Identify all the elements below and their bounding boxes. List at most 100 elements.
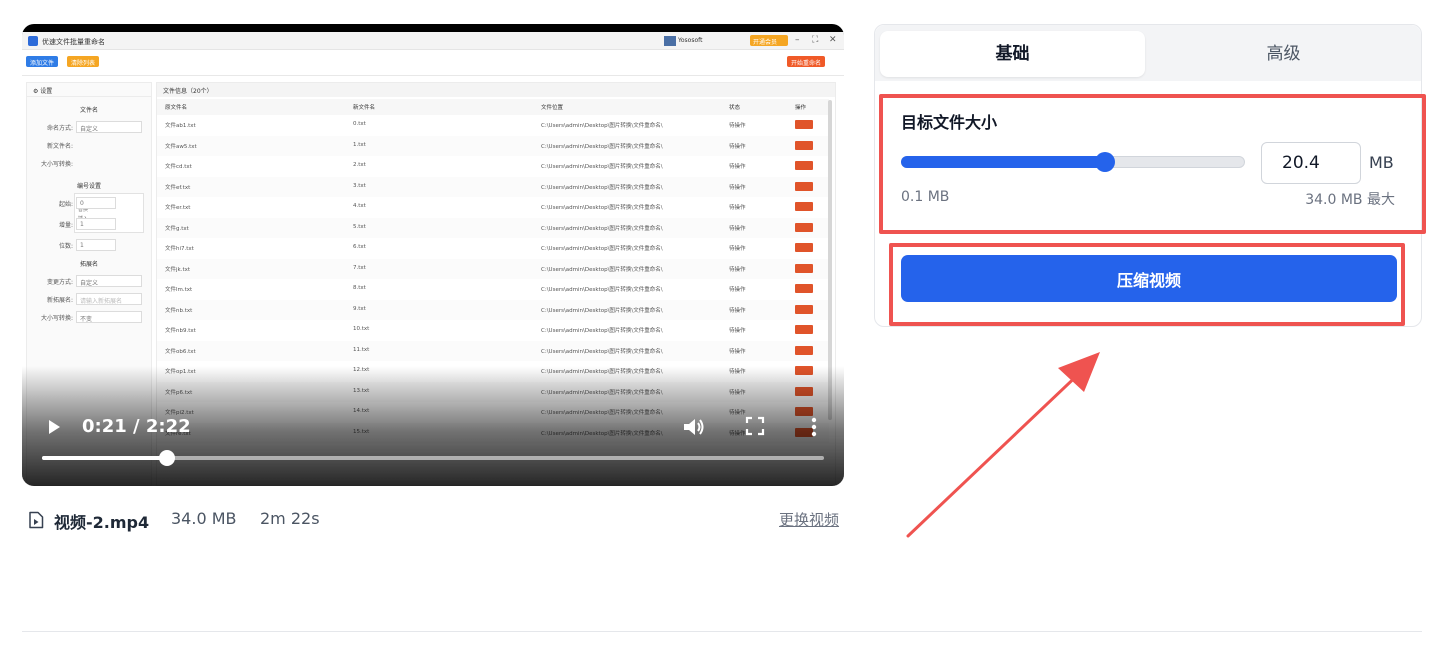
seek-bar[interactable] — [42, 450, 824, 466]
seek-bar-handle[interactable] — [159, 450, 176, 466]
minimize-icon: – — [795, 35, 800, 45]
col-header: 操作 — [795, 105, 807, 111]
table-row: 文件ab1.txt 0.txt C:\Users\admin\Desktop\图片转… — [157, 115, 829, 136]
start-rename-button: 开始重命名 — [787, 56, 826, 67]
ext-case-label: 大小写转换: — [40, 315, 73, 322]
table-cell: 11.txt — [353, 346, 370, 353]
delete-row-button — [795, 202, 813, 211]
start-label: 起始: — [58, 201, 73, 208]
more-vertical-icon[interactable] — [807, 416, 821, 438]
table-cell: 1.txt — [353, 141, 366, 148]
table-cell: 9.txt — [353, 305, 366, 312]
table-cell: 待操作 — [729, 328, 746, 334]
table-cell: 文件ab1.txt — [165, 123, 196, 129]
table-cell: 4.txt — [353, 203, 366, 209]
avatar — [664, 36, 676, 46]
table-cell: C:\Users\admin\Desktop\图片转换\文件重命名\ — [541, 348, 663, 355]
increment-label: 增量: — [58, 222, 73, 229]
section-divider — [22, 631, 1422, 632]
file-duration: 2m 22s — [260, 509, 320, 528]
tab-advanced[interactable]: 高级 — [1151, 31, 1416, 77]
table-cell: C:\Users\admin\Desktop\图片转换\文件重命名\ — [541, 287, 663, 293]
new-ext-input: 请输入新拓展名 — [76, 293, 142, 305]
col-header: 原文件名 — [165, 105, 188, 111]
page: 优速文件批量重命名 Yososoft 开通会员 – ⛶ ✕ 添加文件 清除列表 … — [0, 0, 1451, 659]
table-cell: 待操作 — [729, 205, 746, 211]
table-cell: C:\Users\admin\Desktop\图片转换\文件重命名\ — [541, 266, 663, 273]
section-extension: 拓展名 — [79, 261, 98, 268]
vip-badge: 开通会员 — [750, 35, 788, 46]
highlight-box-size — [879, 94, 1426, 234]
file-list-header: 文件信息（20个） — [157, 83, 835, 97]
table-cell: 待操作 — [729, 287, 746, 293]
ext-mode-select: 自定义 — [76, 275, 142, 287]
table-cell: C:\Users\admin\Desktop\图片转换\文件重命名\ — [541, 184, 663, 191]
table-row: 文件nb9.txt 10.txt C:\Users\admin\Desktop\图片… — [157, 320, 829, 341]
tab-basic[interactable]: 基础 — [880, 31, 1145, 77]
table-cell: 0.txt — [353, 121, 366, 127]
table-cell: C:\Users\admin\Desktop\图片转换\文件重命名\ — [541, 328, 663, 334]
delete-row-button — [795, 222, 813, 232]
settings-header-label: 设置 — [40, 88, 53, 95]
fullscreen-icon[interactable] — [745, 416, 765, 436]
file-name: 视频-2.mp4 — [54, 513, 150, 532]
table-cell: 文件aw5.txt — [165, 143, 197, 150]
table-cell: 3.txt — [353, 182, 366, 189]
delete-row-button — [795, 243, 813, 252]
delete-row-button — [795, 284, 813, 293]
start-row: 起始: 0 — [33, 197, 145, 209]
table-cell: 待操作 — [729, 143, 746, 150]
table-cell: 待操作 — [729, 225, 746, 232]
table-cell: C:\Users\admin\Desktop\图片转换\文件重命名\ — [541, 123, 663, 129]
play-icon[interactable] — [46, 418, 62, 436]
settings-header: ⚙ 设置 — [27, 83, 151, 97]
case-convert-label: 大小写转换: — [40, 161, 73, 168]
delete-row-button — [795, 140, 813, 150]
frame-titlebar: 优速文件批量重命名 Yososoft 开通会员 – ⛶ ✕ — [22, 32, 844, 50]
frame-user-name: Yososoft — [678, 37, 703, 44]
frame-app-title: 优速文件批量重命名 — [42, 38, 105, 46]
delete-row-button — [795, 304, 813, 314]
table-cell: 待操作 — [729, 184, 746, 191]
increment-row: 增量: 1 — [33, 218, 145, 230]
table-cell: 文件ob6.txt — [165, 348, 196, 355]
col-header: 新文件名 — [353, 105, 376, 111]
start-input: 0 — [76, 197, 116, 209]
volume-icon[interactable] — [682, 416, 706, 438]
table-cell: C:\Users\admin\Desktop\图片转换\文件重命名\ — [541, 225, 663, 232]
table-cell: 待操作 — [729, 348, 746, 355]
clear-list-button: 清除列表 — [67, 56, 100, 67]
video-player[interactable]: 优速文件批量重命名 Yososoft 开通会员 – ⛶ ✕ 添加文件 清除列表 … — [22, 24, 844, 486]
ext-case-row: 大小写转换: 不变 — [33, 311, 145, 323]
table-cell: 待操作 — [729, 246, 746, 252]
table-cell: 6.txt — [353, 244, 366, 250]
table-row: 文件aw5.txt 1.txt C:\Users\admin\Desktop\图片转… — [157, 135, 829, 156]
digits-row: 位数: 1 — [33, 239, 145, 251]
table-cell: 2.txt — [353, 162, 366, 168]
delete-row-button — [795, 263, 813, 273]
table-cell: 10.txt — [353, 326, 370, 332]
highlight-box-button — [889, 243, 1405, 326]
file-size: 34.0 MB — [171, 509, 237, 528]
table-row: 文件lm.txt 8.txt C:\Users\admin\Desktop\图片转换… — [157, 279, 829, 300]
table-cell: 文件er.txt — [165, 205, 191, 211]
frame-toolbar: 添加文件 清除列表 开始重命名 — [22, 50, 844, 76]
increment-input: 1 — [76, 218, 116, 230]
col-header: 状态 — [729, 105, 741, 111]
table-cell: 文件jk.txt — [165, 266, 191, 273]
annotation-arrow-icon — [906, 352, 1100, 538]
replace-video-link[interactable]: 更换视频 — [779, 509, 839, 530]
table-cell: 待操作 — [729, 123, 746, 129]
table-row: 文件g.txt 5.txt C:\Users\admin\Desktop\图片转换\… — [157, 217, 829, 238]
delete-row-button — [795, 345, 813, 355]
table-row: 文件er.txt 4.txt C:\Users\admin\Desktop\图片转换… — [157, 197, 829, 218]
table-cell: C:\Users\admin\Desktop\图片转换\文件重命名\ — [541, 205, 663, 211]
table-row: 文件cd.txt 2.txt C:\Users\admin\Desktop\图片转换… — [157, 156, 829, 177]
new-ext-row: 新拓展名: 请输入新拓展名 — [33, 293, 145, 305]
table-cell: 文件lm.txt — [165, 287, 193, 293]
table-cell: C:\Users\admin\Desktop\图片转换\文件重命名\ — [541, 246, 663, 252]
table-cell: 8.txt — [353, 285, 366, 291]
maximize-icon: ⛶ — [812, 35, 819, 45]
ext-mode-label: 变更方式: — [46, 279, 73, 286]
table-cell: C:\Users\admin\Desktop\图片转换\文件重命名\ — [541, 307, 663, 314]
